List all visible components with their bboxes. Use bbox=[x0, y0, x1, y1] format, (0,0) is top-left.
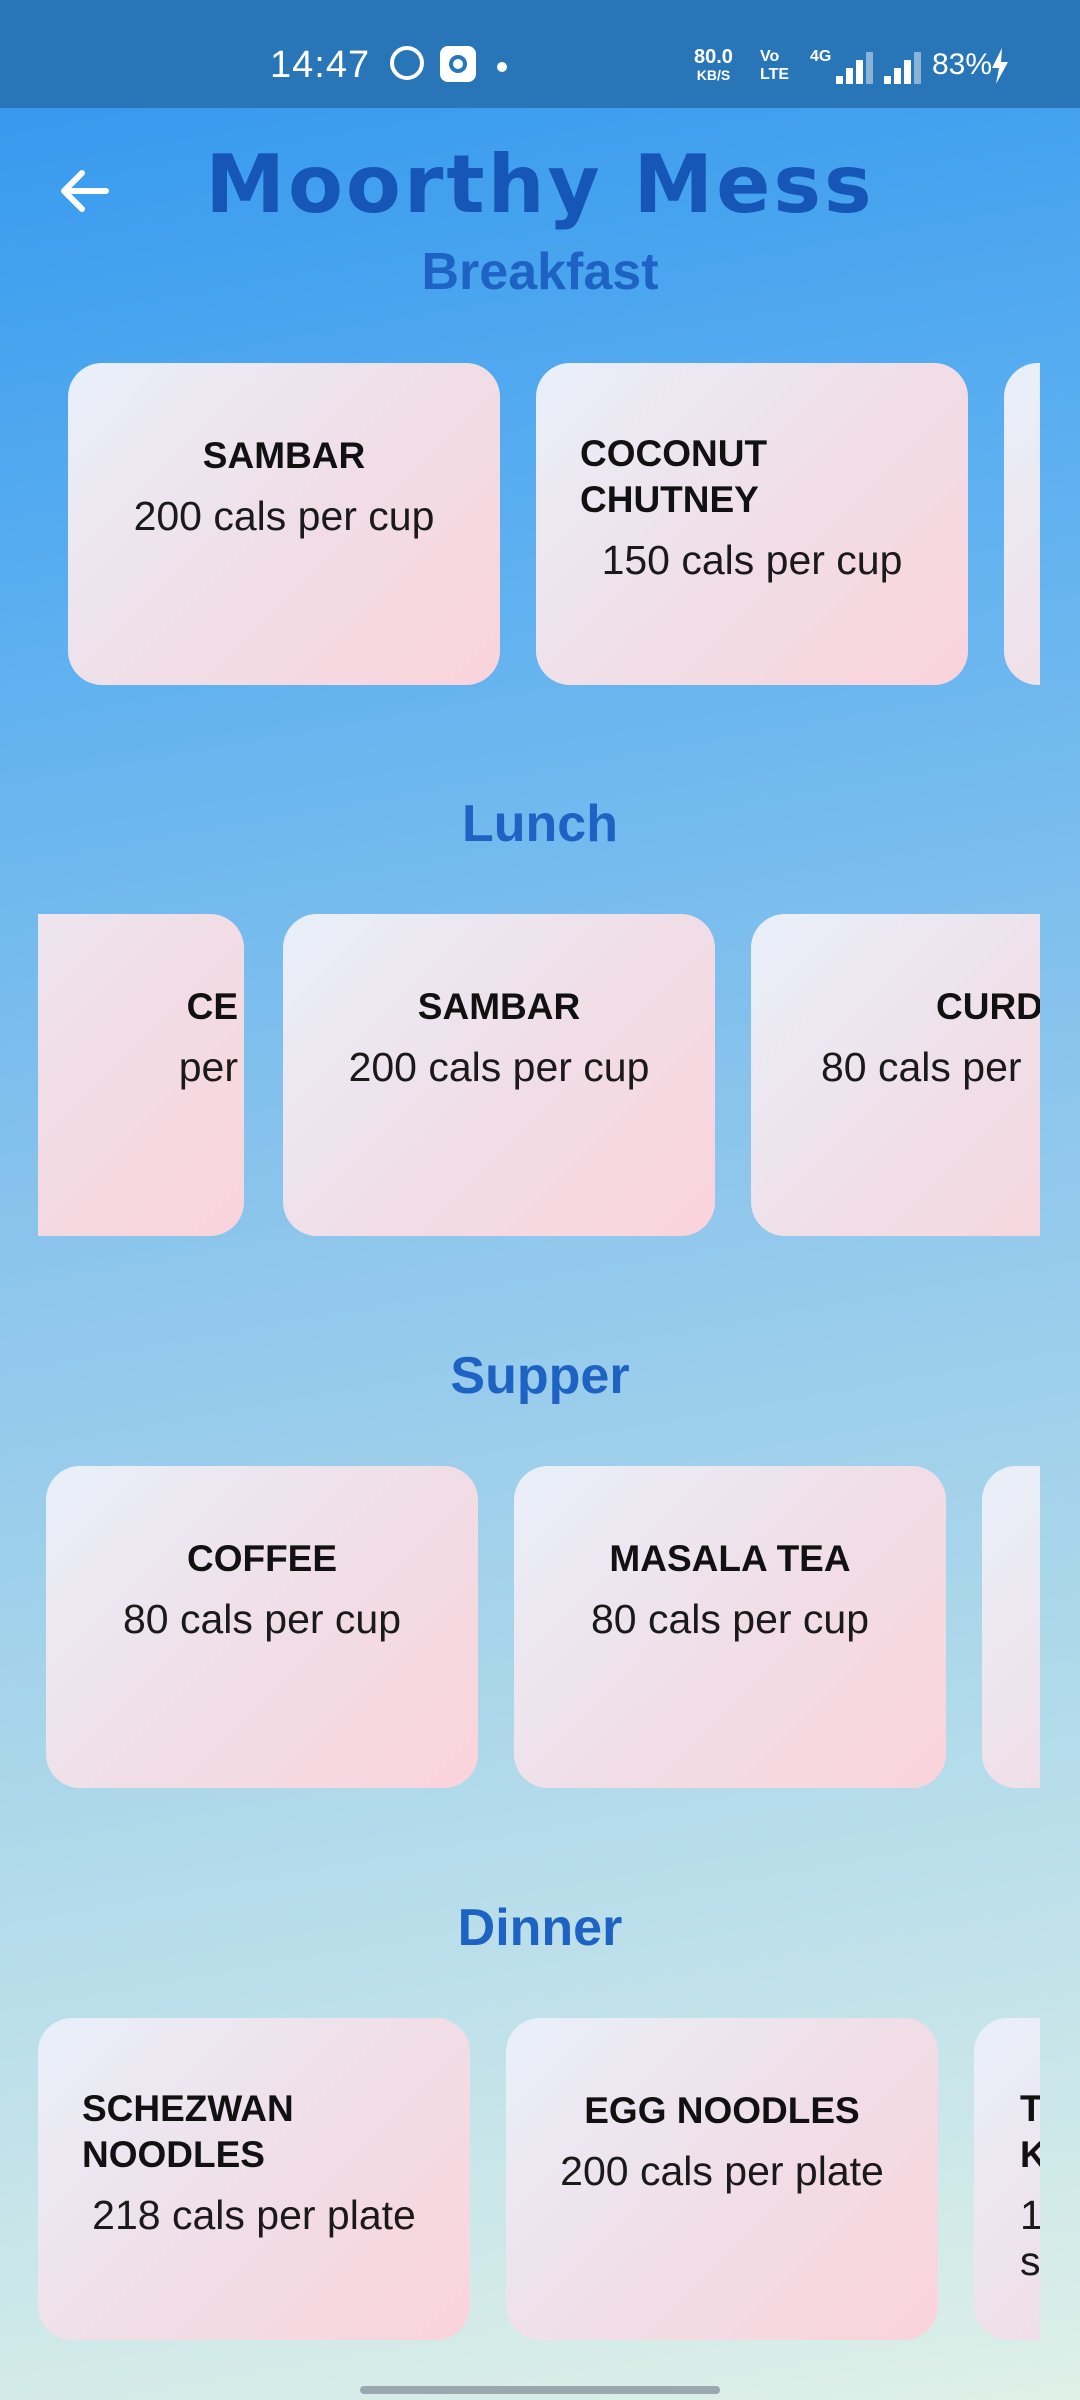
menu-item-calories: per bbox=[178, 1044, 238, 1090]
section-title-dinner: Dinner bbox=[457, 1899, 623, 1957]
menu-row-supper[interactable]: COFFEE 80 cals per cup MASALA TEA 80 cal… bbox=[38, 1466, 1040, 1788]
menu-row-breakfast[interactable]: SAMBAR 200 cals per cup COCONUT CHUTNEY … bbox=[38, 363, 1040, 685]
menu-item-name: T K bbox=[1020, 2088, 1040, 2175]
menu-card[interactable] bbox=[982, 1466, 1040, 1788]
menu-card[interactable]: T K 1 s bbox=[974, 2018, 1040, 2340]
signal-sim2-icon bbox=[884, 50, 932, 84]
menu-item-calories: 80 cals per cup bbox=[590, 1596, 870, 1642]
volte-bottom: LTE bbox=[760, 66, 790, 83]
menu-item-name: COFFEE bbox=[186, 1538, 338, 1579]
volte-icon: Vo LTE bbox=[760, 48, 789, 84]
battery-percent: 83% bbox=[932, 48, 993, 81]
network-speed-unit: KB/S bbox=[696, 67, 731, 83]
menu-item-calories: 200 cals per cup bbox=[348, 1044, 650, 1090]
menu-card[interactable] bbox=[1004, 363, 1040, 685]
volte-top: Vo bbox=[760, 48, 780, 65]
menu-item-name: CE bbox=[186, 986, 238, 1027]
network-type: 4G bbox=[810, 48, 832, 65]
menu-item-name: EGG NOODLES bbox=[584, 2090, 860, 2131]
menu-item-name: COCONUT CHUTNEY bbox=[580, 433, 768, 520]
notification-app-icon bbox=[440, 46, 476, 82]
menu-card[interactable]: SAMBAR 200 cals per cup bbox=[283, 914, 715, 1236]
gesture-home-bar[interactable] bbox=[360, 2386, 720, 2394]
menu-card[interactable]: SCHEZWAN NOODLES 218 cals per plate bbox=[38, 2018, 470, 2340]
section-title-supper: Supper bbox=[450, 1347, 630, 1405]
menu-card[interactable]: COFFEE 80 cals per cup bbox=[46, 1466, 478, 1788]
menu-item-name: SAMBAR bbox=[202, 435, 366, 476]
menu-item-calories: 80 cals per cup bbox=[122, 1596, 402, 1642]
menu-card[interactable]: CE per bbox=[38, 914, 244, 1236]
status-time: 14:47 bbox=[270, 44, 371, 86]
menu-card[interactable]: SAMBAR 200 cals per cup bbox=[68, 363, 500, 685]
menu-item-calories: 200 cals per cup bbox=[133, 493, 435, 539]
menu-card[interactable]: MASALA TEA 80 cals per cup bbox=[514, 1466, 946, 1788]
menu-item-calories: 218 cals per plate bbox=[92, 2192, 416, 2238]
menu-card[interactable]: COCONUT CHUTNEY 150 cals per cup bbox=[536, 363, 968, 685]
page-title: Moorthy Mess bbox=[205, 138, 875, 231]
menu-item-calories: 1 s bbox=[1020, 2192, 1040, 2284]
menu-row-dinner[interactable]: SCHEZWAN NOODLES 218 cals per plate EGG … bbox=[38, 2018, 1040, 2340]
menu-row-lunch[interactable]: CE per SAMBAR 200 cals per cup CURD 80 c… bbox=[38, 914, 1040, 1236]
menu-card[interactable]: EGG NOODLES 200 cals per plate bbox=[506, 2018, 938, 2340]
section-title-lunch: Lunch bbox=[462, 795, 618, 853]
menu-item-name: SCHEZWAN NOODLES bbox=[82, 2088, 294, 2175]
menu-item-calories: 80 cals per bbox=[821, 1044, 1022, 1090]
menu-item-name: MASALA TEA bbox=[609, 1538, 851, 1579]
whatsapp-icon bbox=[390, 46, 424, 80]
menu-item-name: SAMBAR bbox=[417, 986, 581, 1027]
menu-card[interactable]: CURD 80 cals per bbox=[751, 914, 1040, 1236]
menu-item-calories: 150 cals per cup bbox=[601, 537, 903, 583]
network-speed: 80.0 KB/S bbox=[694, 46, 733, 84]
menu-item-calories: 200 cals per plate bbox=[560, 2148, 884, 2194]
menu-item-name: CURD bbox=[936, 986, 1040, 1027]
signal-sim1-icon bbox=[836, 50, 884, 84]
network-speed-value: 80.0 bbox=[694, 46, 733, 68]
more-notifications-dot-icon bbox=[497, 62, 507, 72]
charging-bolt-icon bbox=[992, 48, 1008, 84]
status-bar: 14:47 80.0 KB/S Vo LTE 4G 83% bbox=[0, 0, 1080, 108]
section-title-breakfast: Breakfast bbox=[421, 243, 659, 301]
